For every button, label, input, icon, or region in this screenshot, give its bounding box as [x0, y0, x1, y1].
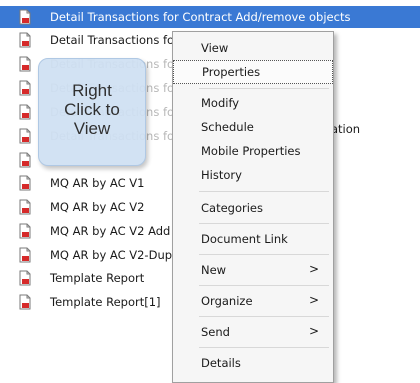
menu-separator	[199, 88, 329, 89]
menu-item-mobile-properties[interactable]: Mobile Properties	[173, 140, 333, 164]
menu-separator	[199, 285, 329, 286]
row-label: Detail Transactions fo	[50, 33, 175, 47]
menu-item-label: Document Link	[201, 232, 288, 246]
chevron-right-icon: >	[308, 324, 319, 338]
row-label: Template Report[1]	[50, 295, 161, 309]
menu-item-label: Details	[201, 356, 241, 370]
menu-item-label: Properties	[202, 65, 261, 79]
menu-separator	[199, 254, 329, 255]
row-label: MQ AR by AC V2 Add	[50, 224, 171, 238]
document-report-icon	[19, 294, 31, 310]
menu-item-details[interactable]: Details	[173, 352, 333, 376]
menu-item-schedule[interactable]: Schedule	[173, 116, 333, 140]
menu-item-properties[interactable]: Properties	[173, 60, 333, 84]
menu-item-categories[interactable]: Categories	[173, 197, 333, 221]
menu-item-modify[interactable]: Modify	[173, 92, 333, 116]
menu-separator	[199, 347, 329, 348]
menu-item-label: Organize	[201, 294, 253, 308]
menu-separator	[199, 316, 329, 317]
menu-separator	[199, 223, 329, 224]
list-row[interactable]: Detail Transactions for Contract Add/rem…	[0, 6, 420, 28]
menu-item-label: Schedule	[201, 120, 254, 134]
row-label: MQ AR by AC V1	[50, 176, 145, 190]
document-report-icon	[19, 80, 31, 96]
menu-item-label: Mobile Properties	[201, 144, 301, 158]
document-report-icon	[19, 223, 31, 239]
row-label: MQ AR by AC V2-Dup	[50, 248, 173, 262]
menu-item-label: Modify	[201, 96, 240, 110]
row-label: MQ AR by AC V2	[50, 200, 145, 214]
menu-item-label: Send	[201, 325, 230, 339]
menu-separator	[199, 191, 329, 192]
document-report-icon	[19, 199, 31, 215]
menu-item-label: History	[201, 168, 242, 182]
row-label: Detail Transactions for Contract Add/rem…	[50, 10, 351, 24]
callout-text: Right Click to View	[64, 81, 120, 138]
document-report-icon	[19, 104, 31, 120]
menu-item-label: Categories	[201, 201, 263, 215]
right-click-callout: Right Click to View	[38, 58, 146, 166]
row-overflow-text: ation	[331, 122, 361, 136]
menu-item-label: New	[201, 263, 227, 277]
document-report-icon	[19, 247, 31, 263]
chevron-right-icon: >	[308, 262, 319, 276]
document-report-icon	[19, 9, 31, 25]
menu-item-history[interactable]: History	[173, 164, 333, 188]
document-report-icon	[19, 56, 31, 72]
menu-item-label: View	[201, 41, 229, 55]
menu-item-document-link[interactable]: Document Link	[173, 228, 333, 252]
menu-item-send[interactable]: Send >	[173, 321, 333, 345]
document-report-icon	[19, 32, 31, 48]
row-label: Template Report	[50, 271, 145, 285]
chevron-right-icon: >	[308, 293, 319, 307]
menu-item-view[interactable]: View	[173, 37, 333, 61]
document-report-icon	[19, 270, 31, 286]
menu-item-organize[interactable]: Organize >	[173, 290, 333, 314]
context-menu: View Properties Modify Schedule Mobile P…	[172, 31, 334, 383]
document-report-icon	[19, 175, 31, 191]
menu-item-new[interactable]: New >	[173, 259, 333, 283]
document-report-icon	[19, 152, 31, 168]
document-report-icon	[19, 128, 31, 144]
